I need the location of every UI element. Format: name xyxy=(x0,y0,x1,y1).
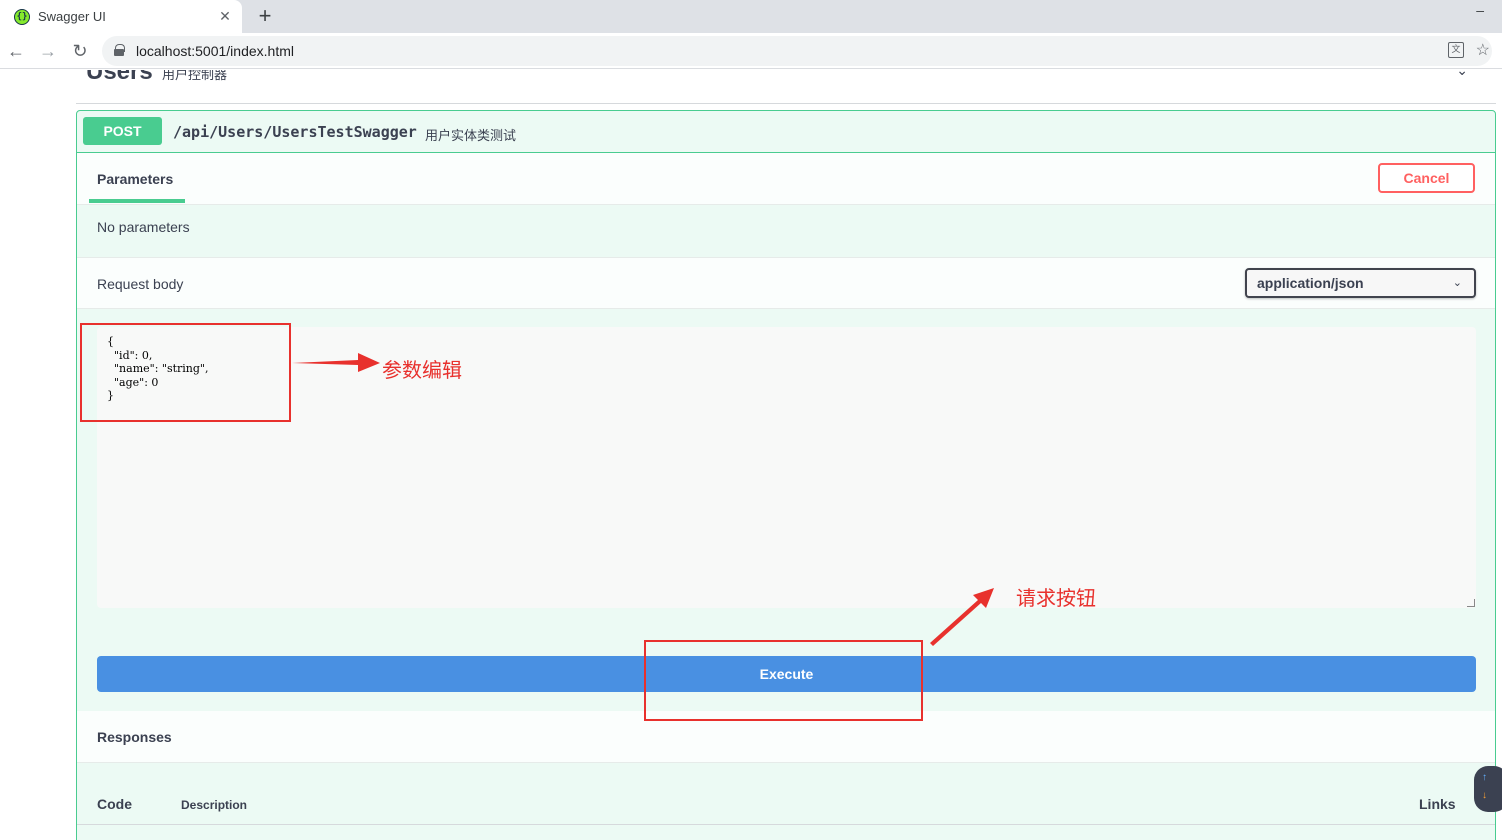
tab-underline xyxy=(89,199,185,203)
post-opblock: POST /api/Users/UsersTestSwagger 用户实体类测试… xyxy=(76,110,1496,840)
swagger-favicon-icon: {} xyxy=(14,8,30,25)
url-omnibox[interactable]: localhost:5001/index.html 文 ☆ xyxy=(102,36,1492,66)
column-code: Code xyxy=(97,796,132,812)
request-button-annotation: 请求按钮 xyxy=(1016,588,1096,610)
lock-icon[interactable] xyxy=(114,44,125,56)
execute-arrow-icon xyxy=(930,588,994,646)
address-bar: ← → ↻ localhost:5001/index.html 文 ☆ xyxy=(0,33,1502,69)
no-parameters-text: No parameters xyxy=(97,219,190,235)
tab-parameters[interactable]: Parameters xyxy=(97,171,173,187)
request-body-label: Request body xyxy=(97,276,184,292)
chevron-down-icon[interactable]: ⌄ xyxy=(1456,70,1468,79)
new-tab-button[interactable]: + xyxy=(254,4,276,28)
responses-title: Responses xyxy=(97,729,172,745)
forward-arrow-icon[interactable]: → xyxy=(36,39,60,63)
content-type-select[interactable]: application/json ⌄ xyxy=(1245,268,1476,298)
close-tab-icon[interactable]: ✕ xyxy=(216,7,234,25)
url-text[interactable]: localhost:5001/index.html xyxy=(136,43,294,59)
users-section-header[interactable]: Users 用户控制器 ⌄ xyxy=(76,70,1496,104)
browser-tab[interactable]: {} Swagger UI ✕ xyxy=(0,0,242,33)
scroll-down-icon[interactable]: ↓ xyxy=(1482,790,1487,801)
column-links: Links xyxy=(1419,796,1456,812)
scroll-widget[interactable]: ↑ ↓ xyxy=(1474,766,1502,812)
method-badge: POST xyxy=(83,117,162,145)
operation-path: /api/Users/UsersTestSwagger xyxy=(173,123,417,141)
translate-icon[interactable]: 文 xyxy=(1448,42,1464,58)
param-edit-annotation: 参数编辑 xyxy=(382,360,462,382)
execute-highlight-box xyxy=(644,640,923,721)
reload-icon[interactable]: ↻ xyxy=(68,39,92,63)
content-type-value: application/json xyxy=(1257,275,1364,291)
responses-table-header: Code Description Links xyxy=(77,791,1495,825)
scroll-up-icon[interactable]: ↑ xyxy=(1482,772,1487,783)
browser-tab-bar: {} Swagger UI ✕ + – xyxy=(0,0,1502,33)
param-edit-arrow-icon xyxy=(292,353,380,372)
minimize-window-button[interactable]: – xyxy=(1476,2,1484,18)
param-edit-highlight-box xyxy=(80,323,291,422)
section-name: Users xyxy=(86,70,153,85)
section-description: 用户控制器 xyxy=(162,70,228,82)
column-description: Description xyxy=(181,798,248,812)
swagger-page: Users 用户控制器 ⌄ POST /api/Users/UsersTestS… xyxy=(0,70,1502,840)
chevron-down-icon: ⌄ xyxy=(1452,277,1462,289)
cancel-button[interactable]: Cancel xyxy=(1378,163,1475,193)
back-arrow-icon[interactable]: ← xyxy=(4,39,28,63)
parameters-tab-header: Parameters Cancel xyxy=(77,153,1495,205)
tab-title: Swagger UI xyxy=(38,9,106,24)
request-body-header: Request body application/json ⌄ xyxy=(77,257,1495,309)
resize-handle-icon[interactable] xyxy=(1467,599,1475,607)
operation-summary[interactable]: POST /api/Users/UsersTestSwagger 用户实体类测试 xyxy=(77,111,1495,153)
operation-summary-text: 用户实体类测试 xyxy=(425,128,517,143)
bookmark-star-icon[interactable]: ☆ xyxy=(1476,40,1490,60)
